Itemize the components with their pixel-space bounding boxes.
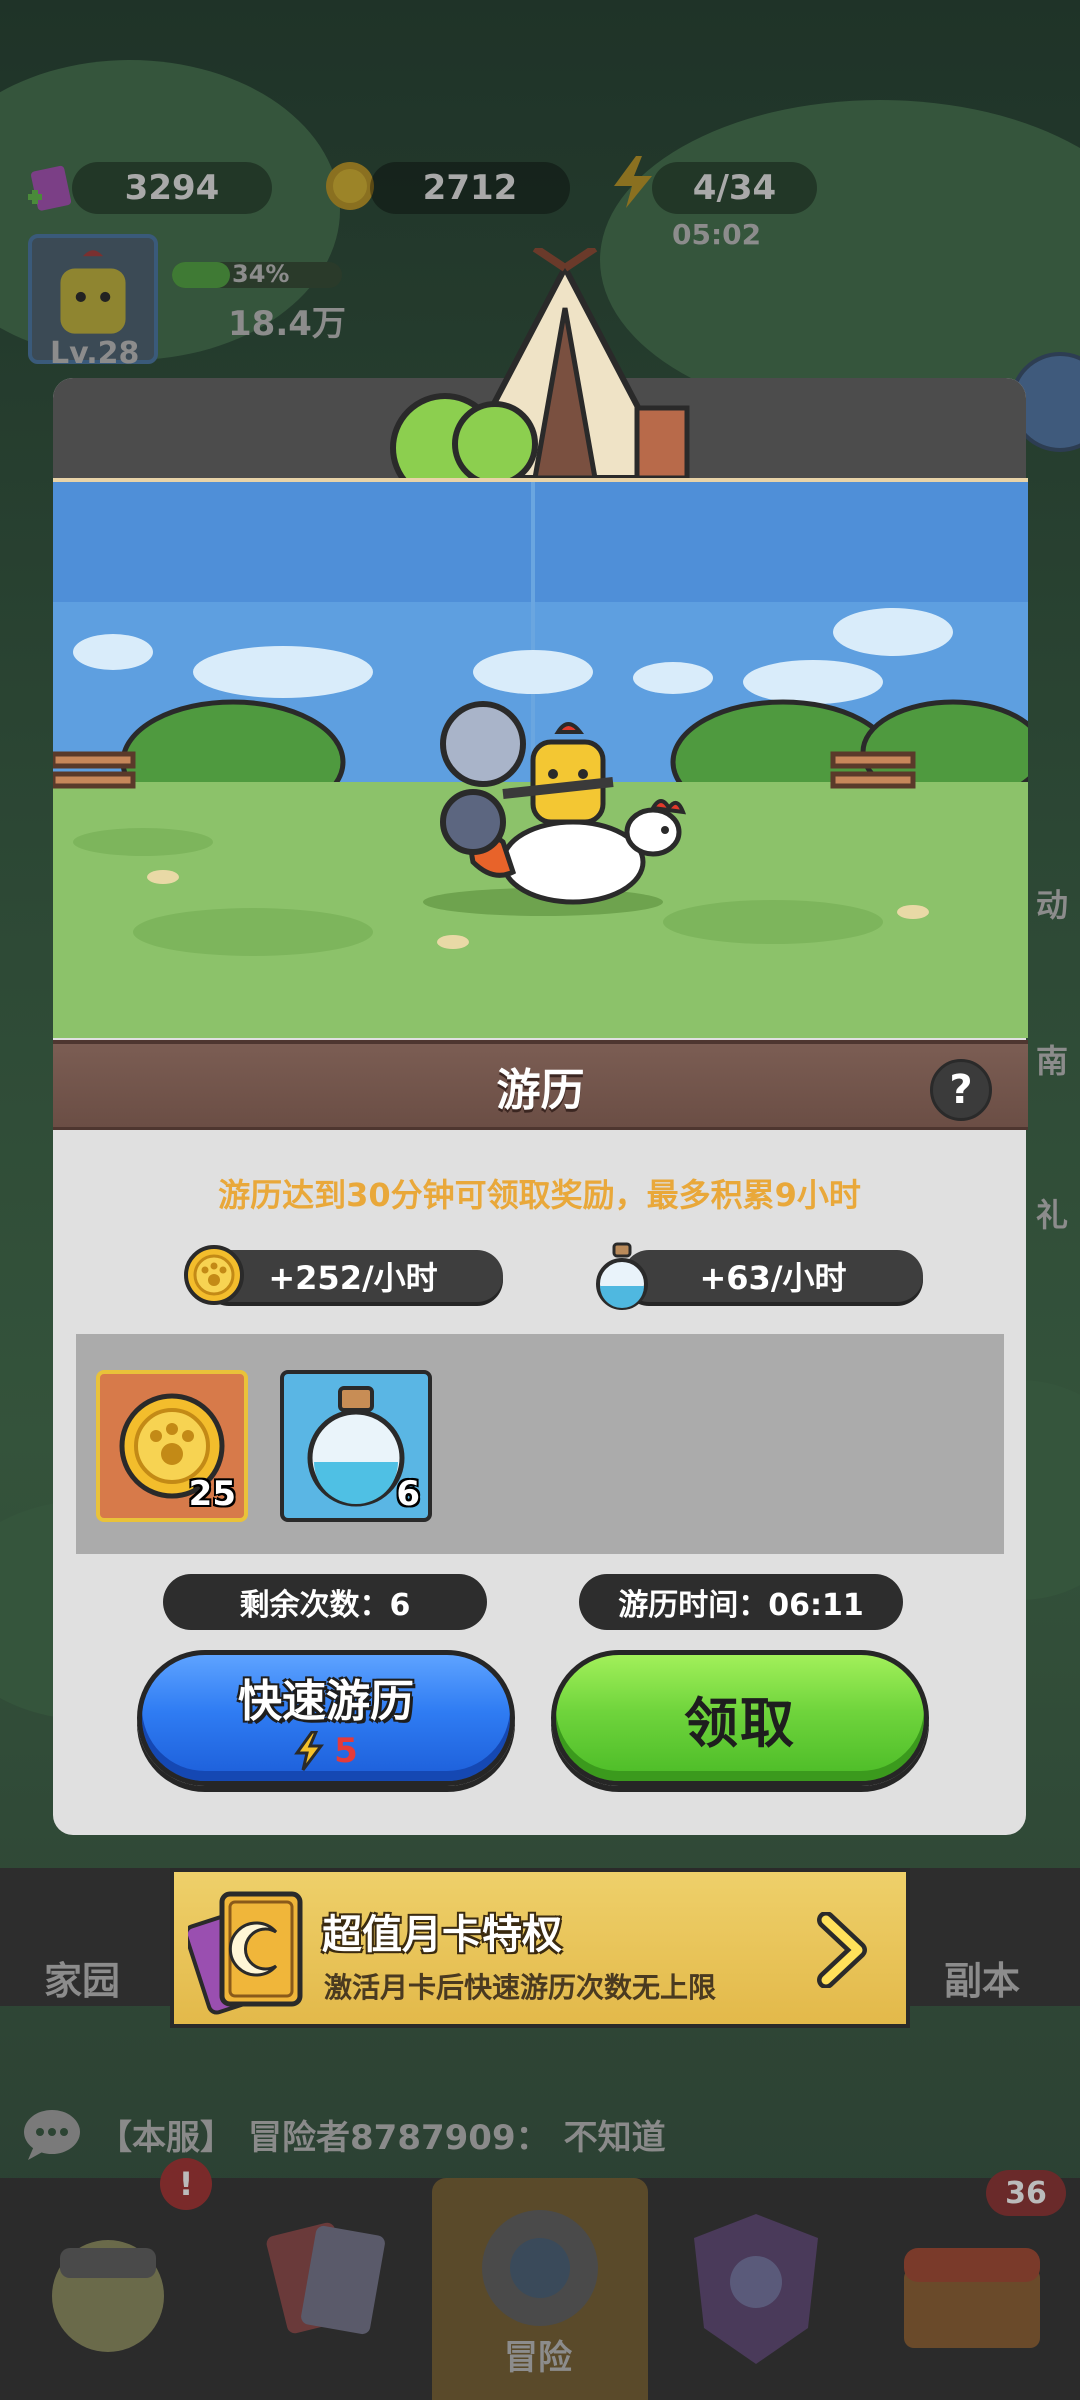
reward-coin-count: 25 (188, 1474, 236, 1514)
monthly-card-banner[interactable]: 超值月卡特权 激活月卡后快速游历次数无上限 (170, 1868, 910, 2028)
quick-travel-label: 快速游历 (238, 1676, 414, 1727)
nav-home-label[interactable]: 家园 (44, 1950, 120, 2005)
gem-count: 3294 (72, 162, 272, 214)
exp-bar-fill (172, 262, 230, 288)
player-power: 18.4万 (228, 304, 346, 344)
chat-speaker: 冒险者8787909： (248, 2117, 550, 2158)
card-banner-subtitle: 激活月卡后快速游历次数无上限 (324, 1971, 717, 2004)
energy-timer: 05:02 (672, 218, 762, 251)
chevron-right-icon[interactable] (814, 1912, 870, 1988)
energy-icon (294, 1731, 325, 1771)
player-level: Lv.28 (50, 336, 140, 371)
bottom-nav: ! 冒险 36 (0, 2158, 1080, 2400)
tent-emblem-icon (390, 248, 690, 488)
nav-tab-guild[interactable] (648, 2178, 864, 2400)
travel-hint: 游历达到30分钟可领取奖励，最多积累9小时 (218, 1176, 861, 1214)
potion-icon (596, 1242, 648, 1310)
chat-message: 不知道 (563, 2117, 666, 2158)
cards-icon (266, 2222, 385, 2335)
travel-time-pill: 游历时间：06:11 (579, 1574, 903, 1630)
coin-icon (184, 1245, 244, 1305)
coin-count: 2712 (370, 162, 570, 214)
guild-icon (694, 2214, 818, 2364)
monthly-card-icon (188, 1891, 303, 2015)
adventure-scene (53, 478, 1028, 1038)
nav-adventure-label: 冒险 (504, 2338, 572, 2378)
potion-rate-pill: +63/小时 (623, 1250, 923, 1302)
claim-label: 领取 (684, 1691, 796, 1755)
coin-rate-label: +252/小时 (268, 1259, 438, 1297)
travel-time: 游历时间：06:11 (618, 1588, 864, 1623)
exp-percent: 34% (232, 260, 290, 288)
side-label[interactable]: 动 (1036, 880, 1068, 926)
travel-popup: 游历 ? 游历达到30分钟可领取奖励，最多积累9小时 +252/小时 +63/小… (53, 248, 1028, 1835)
reward-box: 25 6 (76, 1334, 1004, 1554)
meadow-illustration (53, 482, 1028, 1038)
side-label[interactable]: 南 (1036, 1036, 1068, 1082)
quick-travel-cost: 5 (294, 1731, 358, 1771)
claim-button[interactable]: 领取 (551, 1650, 929, 1786)
nav-tab-cards[interactable] (216, 2178, 432, 2400)
chat-line[interactable]: 【本服】 冒险者8787909： 不知道 (20, 2104, 666, 2164)
quick-travel-cost-value: 5 (334, 1731, 358, 1771)
side-label[interactable]: 礼 (1036, 1190, 1068, 1236)
help-button[interactable]: ? (930, 1059, 992, 1121)
reward-coin-slot[interactable]: 25 (96, 1370, 248, 1522)
remaining-count: 剩余次数：6 (239, 1588, 411, 1623)
nav-tab-adventure[interactable]: 冒险 (432, 2178, 648, 2400)
reward-potion-slot[interactable]: 6 (280, 1370, 432, 1522)
remaining-count-pill: 剩余次数：6 (163, 1574, 487, 1630)
nav-dungeon-label[interactable]: 副本 (944, 1950, 1020, 2005)
quick-travel-button[interactable]: 快速游历 5 (137, 1650, 515, 1786)
card-banner-title: 超值月卡特权 (322, 1912, 562, 1958)
chest-count-badge: 36 (986, 2170, 1066, 2216)
chat-channel: 【本服】 (98, 2117, 234, 2158)
coin-rate-pill: +252/小时 (203, 1250, 503, 1302)
energy-count: 4/34 (652, 162, 817, 214)
popup-title: 游历 (496, 1064, 585, 1116)
hero-icon (52, 2240, 164, 2352)
reward-potion-count: 6 (396, 1474, 420, 1514)
popup-title-bar: 游历 ? (53, 1040, 1028, 1130)
nav-tab-hero[interactable]: ! (0, 2158, 216, 2400)
nav-tab-chest[interactable]: 36 (864, 2170, 1080, 2400)
alert-badge: ! (160, 2158, 212, 2210)
chat-bubble-icon (24, 2110, 80, 2160)
potion-rate-label: +63/小时 (699, 1259, 847, 1297)
